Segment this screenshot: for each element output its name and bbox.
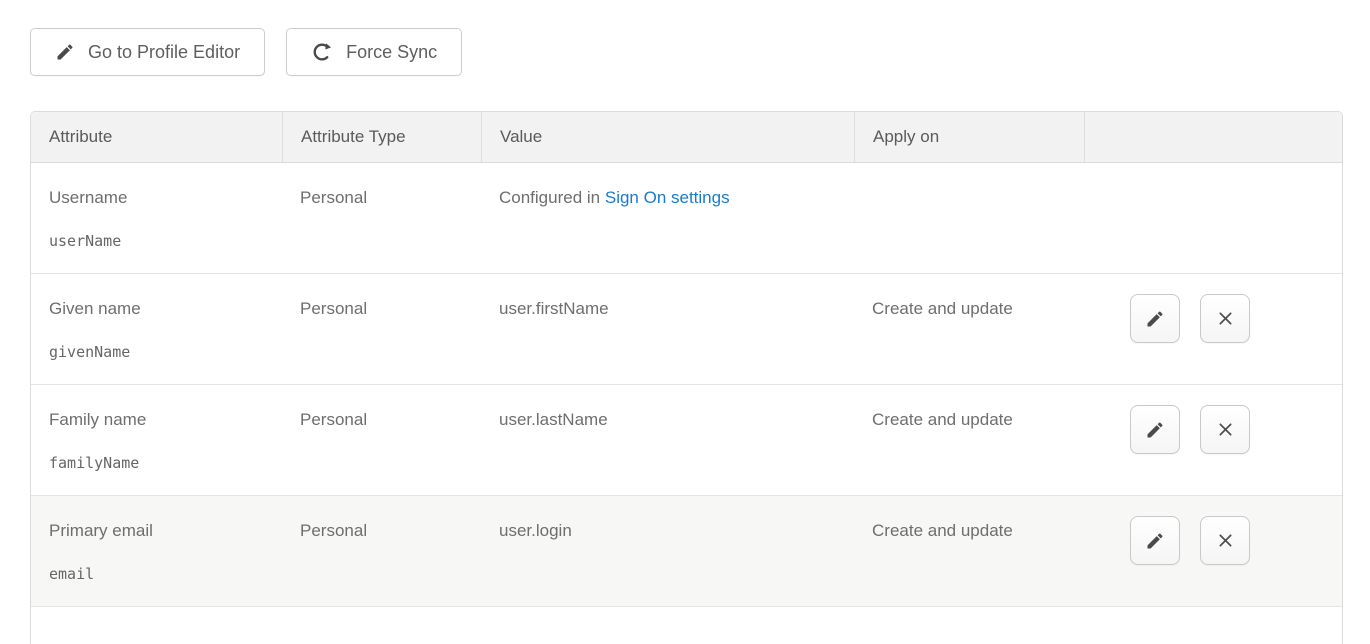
pencil-icon bbox=[1145, 531, 1165, 551]
close-icon bbox=[1216, 531, 1235, 550]
edit-attribute-button[interactable] bbox=[1130, 516, 1180, 565]
page: Go to Profile Editor Force Sync Attribut… bbox=[0, 0, 1370, 644]
cell-attribute: Username userName bbox=[31, 163, 282, 273]
cell-actions bbox=[1084, 385, 1342, 495]
cell-attribute-type: Personal bbox=[282, 385, 481, 495]
table-row-username: Username userName Personal Configured in… bbox=[31, 163, 1342, 274]
table-header: Attribute Attribute Type Value Apply on bbox=[31, 112, 1342, 163]
edit-attribute-button[interactable] bbox=[1130, 405, 1180, 454]
refresh-icon bbox=[311, 41, 333, 63]
header-actions bbox=[1084, 112, 1342, 162]
cell-actions bbox=[1084, 496, 1342, 606]
cell-apply-on bbox=[854, 163, 1084, 273]
attribute-variable: email bbox=[49, 565, 264, 583]
value-text: Configured in bbox=[499, 188, 600, 207]
pencil-icon bbox=[55, 42, 75, 62]
delete-attribute-button[interactable] bbox=[1200, 516, 1250, 565]
table-row-primary-email: Primary email email Personal user.login … bbox=[31, 496, 1342, 607]
table-row-family-name: Family name familyName Personal user.las… bbox=[31, 385, 1342, 496]
cell-value: user.login bbox=[481, 496, 854, 606]
close-icon bbox=[1216, 309, 1235, 328]
force-sync-button[interactable]: Force Sync bbox=[286, 28, 462, 76]
cell-attribute: Family name familyName bbox=[31, 385, 282, 495]
table-row-given-name: Given name givenName Personal user.first… bbox=[31, 274, 1342, 385]
attribute-label: Family name bbox=[49, 410, 264, 430]
pencil-icon bbox=[1145, 420, 1165, 440]
cell-attribute-type: Personal bbox=[282, 163, 481, 273]
sign-on-settings-link[interactable]: Sign On settings bbox=[605, 188, 730, 207]
attribute-label: Primary email bbox=[49, 521, 264, 541]
attribute-label: Username bbox=[49, 188, 264, 208]
go-to-profile-editor-button[interactable]: Go to Profile Editor bbox=[30, 28, 265, 76]
attribute-variable: givenName bbox=[49, 343, 264, 361]
header-apply-on: Apply on bbox=[854, 112, 1084, 162]
header-attribute: Attribute bbox=[31, 112, 282, 162]
go-to-profile-editor-label: Go to Profile Editor bbox=[88, 42, 240, 63]
attribute-variable: familyName bbox=[49, 454, 264, 472]
attribute-variable: userName bbox=[49, 232, 264, 250]
cell-apply-on: Create and update bbox=[854, 385, 1084, 495]
toolbar: Go to Profile Editor Force Sync bbox=[30, 28, 1370, 76]
cell-value: Configured in Sign On settings bbox=[481, 163, 854, 273]
header-value: Value bbox=[481, 112, 854, 162]
cell-attribute: Primary email email bbox=[31, 496, 282, 606]
pencil-icon bbox=[1145, 309, 1165, 329]
cell-attribute-type: Personal bbox=[282, 496, 481, 606]
force-sync-label: Force Sync bbox=[346, 42, 437, 63]
attribute-mappings-table: Attribute Attribute Type Value Apply on … bbox=[30, 111, 1343, 644]
cell-attribute-type: Personal bbox=[282, 274, 481, 384]
header-attribute-type: Attribute Type bbox=[282, 112, 481, 162]
delete-attribute-button[interactable] bbox=[1200, 294, 1250, 343]
attribute-label: Given name bbox=[49, 299, 264, 319]
cell-value: user.firstName bbox=[481, 274, 854, 384]
cell-value: user.lastName bbox=[481, 385, 854, 495]
table-row-partial bbox=[31, 607, 1342, 644]
cell-attribute: Given name givenName bbox=[31, 274, 282, 384]
cell-apply-on: Create and update bbox=[854, 274, 1084, 384]
cell-actions bbox=[1084, 274, 1342, 384]
cell-apply-on: Create and update bbox=[854, 496, 1084, 606]
delete-attribute-button[interactable] bbox=[1200, 405, 1250, 454]
close-icon bbox=[1216, 420, 1235, 439]
cell-actions bbox=[1084, 163, 1342, 273]
edit-attribute-button[interactable] bbox=[1130, 294, 1180, 343]
